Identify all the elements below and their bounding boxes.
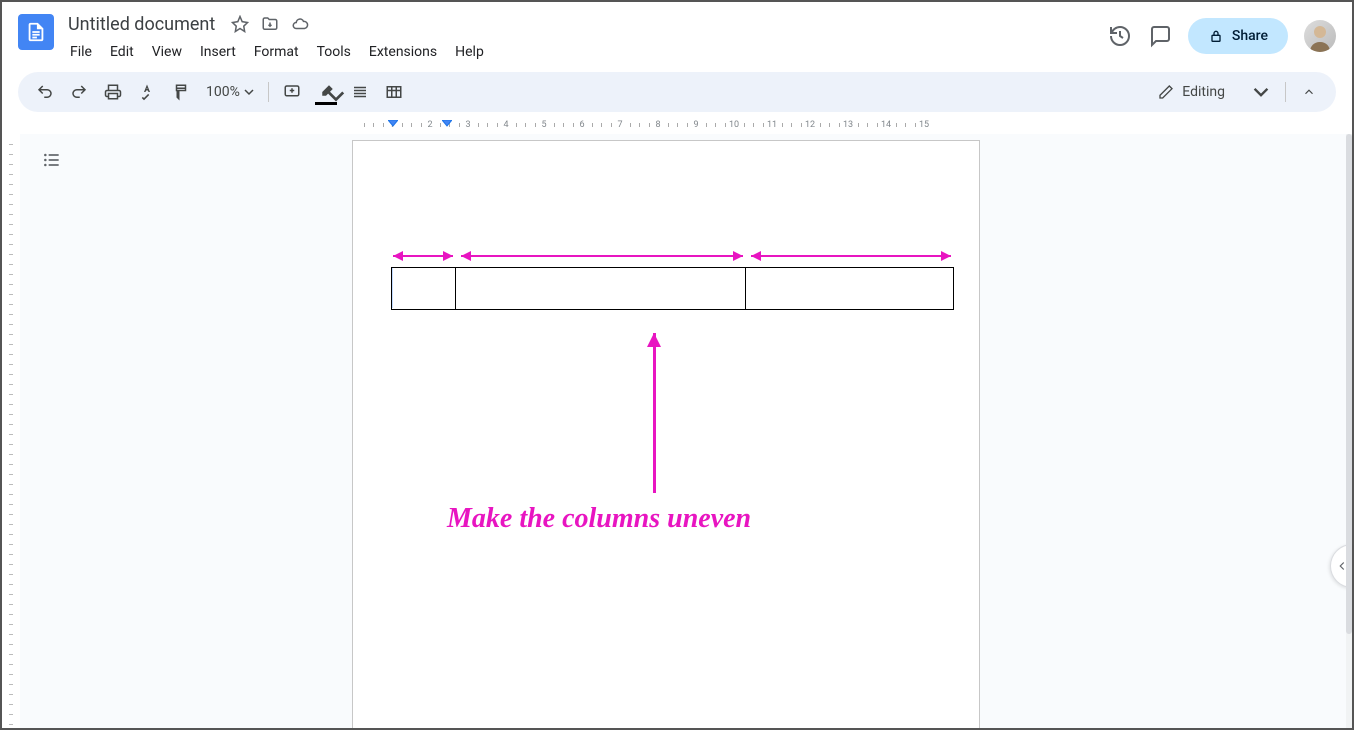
menu-file[interactable]: File (62, 40, 100, 64)
toolbar: 100% Editing (18, 72, 1336, 112)
menu-view[interactable]: View (144, 40, 190, 64)
menubar: File Edit View Insert Format Tools Exten… (62, 40, 1100, 64)
document-page[interactable]: Make the columns uneven (352, 140, 980, 728)
table-cell[interactable] (746, 268, 954, 310)
zoom-value: 100% (206, 84, 240, 100)
comment-icon[interactable] (1148, 24, 1172, 48)
table-cell[interactable] (456, 268, 746, 310)
print-button[interactable] (98, 77, 128, 107)
pencil-icon (1158, 84, 1174, 100)
document-table[interactable] (391, 267, 954, 310)
redo-button[interactable] (64, 77, 94, 107)
table-options-button[interactable] (379, 77, 409, 107)
header: Untitled document File Edit View Insert … (2, 2, 1352, 64)
menu-edit[interactable]: Edit (102, 40, 142, 64)
chevron-down-icon (1253, 84, 1269, 100)
outline-toggle-button[interactable] (38, 146, 66, 174)
table-cell[interactable] (392, 268, 456, 310)
document-title[interactable]: Untitled document (62, 12, 221, 37)
share-label: Share (1232, 28, 1268, 44)
menu-insert[interactable]: Insert (192, 40, 244, 64)
editing-mode-dropdown[interactable]: Editing (1150, 84, 1277, 100)
menu-tools[interactable]: Tools (309, 40, 359, 64)
highlight-color-button[interactable] (311, 77, 341, 107)
avatar[interactable] (1304, 20, 1336, 52)
collapse-toolbar-button[interactable] (1294, 77, 1324, 107)
annotation-arrow-vertical (653, 333, 656, 493)
vertical-ruler[interactable] (2, 134, 20, 728)
toolbar-separator (268, 82, 269, 102)
annotation-arrow-2 (461, 255, 743, 257)
annotation-arrow-1 (393, 255, 453, 257)
editing-label: Editing (1182, 84, 1225, 100)
title-icons (231, 15, 309, 33)
header-right: Share (1108, 10, 1336, 54)
scrollbar-thumb[interactable] (1346, 134, 1352, 634)
move-folder-icon[interactable] (261, 15, 279, 33)
chevron-down-icon (327, 87, 345, 105)
title-area: Untitled document File Edit View Insert … (62, 10, 1100, 64)
share-button[interactable]: Share (1188, 18, 1288, 54)
toolbar-right: Editing (1150, 77, 1324, 107)
docs-logo-icon[interactable] (18, 14, 54, 50)
menu-format[interactable]: Format (246, 40, 307, 64)
align-button[interactable] (345, 77, 375, 107)
title-row: Untitled document (62, 10, 1100, 38)
star-icon[interactable] (231, 15, 249, 33)
chevron-down-icon (244, 87, 254, 97)
vertical-scrollbar[interactable] (1346, 134, 1352, 728)
horizontal-ruler[interactable]: 123456789101112131415 (2, 118, 1352, 134)
menu-extensions[interactable]: Extensions (361, 40, 445, 64)
toolbar-separator (1285, 82, 1286, 102)
undo-button[interactable] (30, 77, 60, 107)
spellcheck-button[interactable] (132, 77, 162, 107)
paint-format-button[interactable] (166, 77, 196, 107)
insert-comment-button[interactable] (277, 77, 307, 107)
table-row[interactable] (392, 268, 954, 310)
lock-icon (1208, 28, 1224, 44)
annotation-text: Make the columns uneven (447, 503, 751, 535)
workspace: Make the columns uneven (2, 134, 1352, 728)
cloud-status-icon[interactable] (291, 15, 309, 33)
history-icon[interactable] (1108, 24, 1132, 48)
zoom-dropdown[interactable]: 100% (200, 84, 260, 100)
annotation-arrow-3 (751, 255, 951, 257)
menu-help[interactable]: Help (447, 40, 492, 64)
